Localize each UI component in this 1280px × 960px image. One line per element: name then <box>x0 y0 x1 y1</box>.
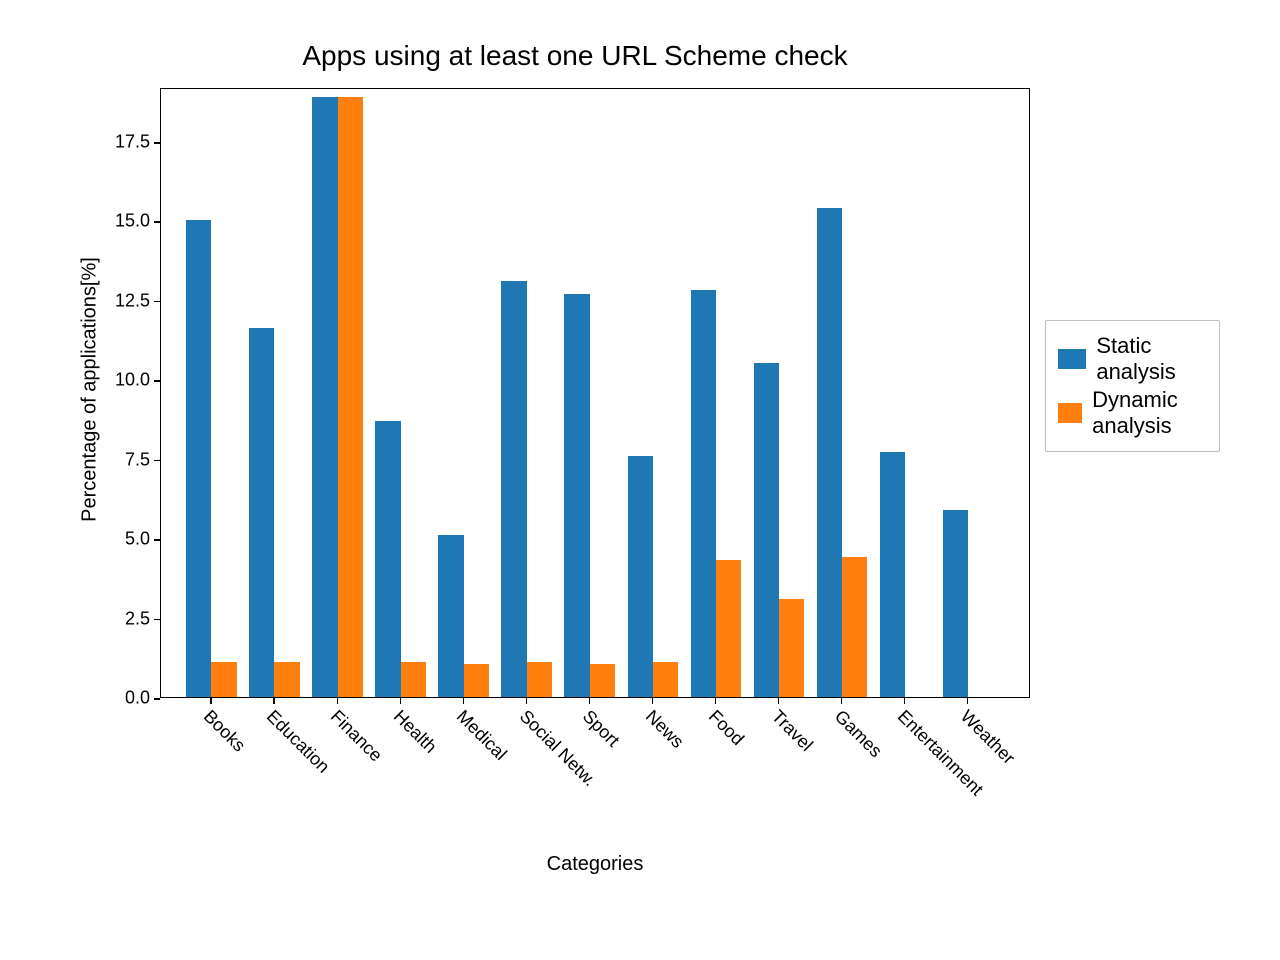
x-tick-label: Weather <box>956 706 1019 769</box>
x-tick-label: News <box>641 706 688 753</box>
x-tick-label: Medical <box>452 706 511 765</box>
bar-static <box>628 456 653 697</box>
y-tick-label: 7.5 <box>125 449 150 470</box>
x-axis-label: Categories <box>160 853 1030 876</box>
bar-dynamic <box>401 662 426 697</box>
bar-dynamic <box>842 557 867 697</box>
legend-label-static: Static analysis <box>1096 333 1207 385</box>
bar-dynamic <box>338 97 363 697</box>
bar-dynamic <box>211 662 236 697</box>
x-tick <box>589 698 591 704</box>
y-tick-label: 15.0 <box>115 211 150 232</box>
x-tick <box>210 698 212 704</box>
legend-item-static: Static analysis <box>1058 333 1207 385</box>
bar-dynamic <box>590 664 615 697</box>
bar-dynamic <box>464 664 489 697</box>
bar-static <box>754 363 779 697</box>
bar-static <box>691 290 716 697</box>
bar-static <box>438 535 463 697</box>
x-tick <box>904 698 906 704</box>
legend: Static analysis Dynamic analysis <box>1045 320 1220 452</box>
y-tick-label: 12.5 <box>115 290 150 311</box>
x-tick-label: Health <box>389 706 441 758</box>
x-tick-label: Sport <box>578 706 623 751</box>
bar-static <box>249 328 274 697</box>
x-tick <box>526 698 528 704</box>
y-tick-label: 5.0 <box>125 529 150 550</box>
y-axis: Percentage of applications[%] 0.02.55.07… <box>80 88 160 698</box>
x-tick-label: Games <box>830 706 886 762</box>
x-tick-label: Travel <box>767 706 817 756</box>
x-axis: BooksEducationFinanceHealthMedicalSocial… <box>160 698 1030 878</box>
legend-item-dynamic: Dynamic analysis <box>1058 387 1207 439</box>
bar-static <box>564 294 589 697</box>
y-tick-label: 10.0 <box>115 370 150 391</box>
legend-swatch-dynamic <box>1058 403 1082 423</box>
x-tick <box>778 698 780 704</box>
x-tick <box>273 698 275 704</box>
y-axis-label: Percentage of applications[%] <box>79 240 102 540</box>
x-tick <box>337 698 339 704</box>
bar-static <box>817 208 842 697</box>
x-tick-label: Books <box>200 706 250 756</box>
x-tick <box>715 698 717 704</box>
bar-static <box>312 97 337 697</box>
y-tick-label: 2.5 <box>125 608 150 629</box>
bar-dynamic <box>527 662 552 697</box>
bar-dynamic <box>779 599 804 697</box>
x-tick <box>652 698 654 704</box>
chart-container: Apps using at least one URL Scheme check… <box>80 40 1220 900</box>
bar-static <box>375 421 400 697</box>
x-tick-label: Education <box>263 706 334 777</box>
chart-title: Apps using at least one URL Scheme check <box>140 40 1010 72</box>
plot-area <box>160 88 1030 698</box>
bar-dynamic <box>653 662 678 697</box>
bar-static <box>943 510 968 697</box>
bar-static <box>880 452 905 697</box>
bar-static <box>186 220 211 697</box>
x-tick <box>967 698 969 704</box>
y-tick-label: 0.0 <box>125 688 150 709</box>
x-tick-label: Food <box>704 706 748 750</box>
legend-label-dynamic: Dynamic analysis <box>1092 387 1207 439</box>
x-tick-label: Finance <box>326 706 386 766</box>
y-tick-label: 17.5 <box>115 132 150 153</box>
x-tick <box>841 698 843 704</box>
bar-dynamic <box>274 662 299 697</box>
x-tick <box>463 698 465 704</box>
bar-dynamic <box>716 560 741 697</box>
legend-swatch-static <box>1058 349 1086 369</box>
bar-static <box>501 281 526 697</box>
x-tick <box>400 698 402 704</box>
